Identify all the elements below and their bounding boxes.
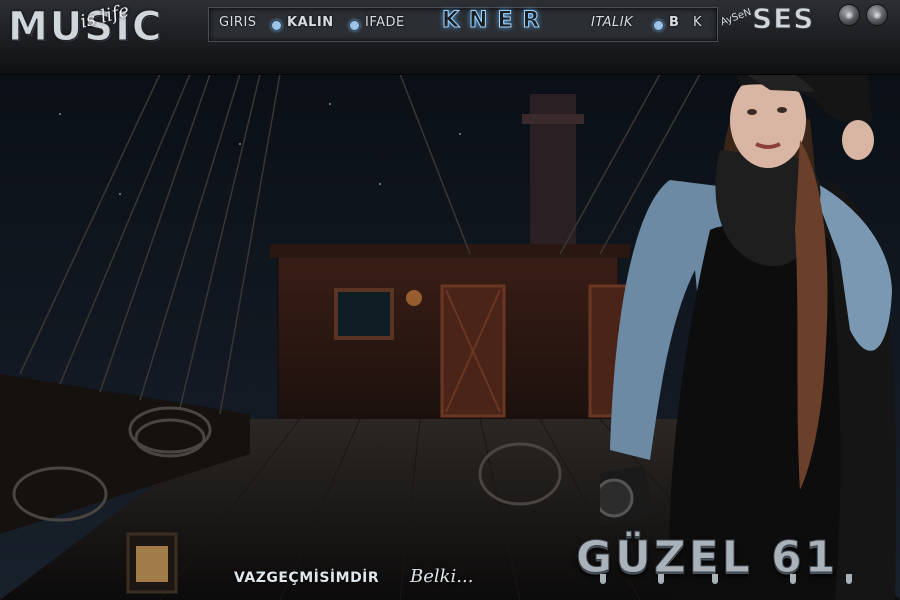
- minimize-button[interactable]: [838, 4, 860, 26]
- drip-decoration: [712, 574, 718, 584]
- model-portrait-image: AySeN: [600, 43, 897, 600]
- menu-item-bold-b[interactable]: B: [669, 15, 679, 30]
- menu-item-giris[interactable]: GIRIS: [219, 15, 257, 30]
- close-button[interactable]: [866, 4, 888, 26]
- footer-caption: VAZGEÇMİSİMDİR: [234, 570, 380, 586]
- menu-item-k[interactable]: K: [693, 15, 702, 30]
- background-scene: AySeN: [0, 0, 900, 600]
- footer-script-text: Belki...: [410, 566, 474, 587]
- brand-title: KNER: [441, 8, 550, 34]
- menu-dot-icon: [349, 20, 360, 31]
- right-logo-text: AySeN: [719, 6, 753, 29]
- menu-dot-icon: [653, 20, 664, 31]
- drip-decoration: [600, 574, 606, 584]
- menu-dot-icon: [271, 20, 282, 31]
- menu-item-italik[interactable]: ITALIK: [591, 15, 633, 30]
- right-logo-mark: SES: [751, 2, 815, 36]
- page-title: GÜZEL 61: [575, 532, 839, 584]
- top-bar: MUSIC is life GIRIS KALIN IFADE ITALIK B…: [0, 0, 900, 75]
- drip-decoration: [790, 574, 796, 584]
- music-logo[interactable]: MUSIC is life: [7, 0, 178, 50]
- menu-item-ifade[interactable]: IFADE: [365, 15, 405, 30]
- drip-decoration: [658, 574, 664, 584]
- drip-decoration: [846, 574, 852, 584]
- menu-item-kalin[interactable]: KALIN: [287, 15, 334, 30]
